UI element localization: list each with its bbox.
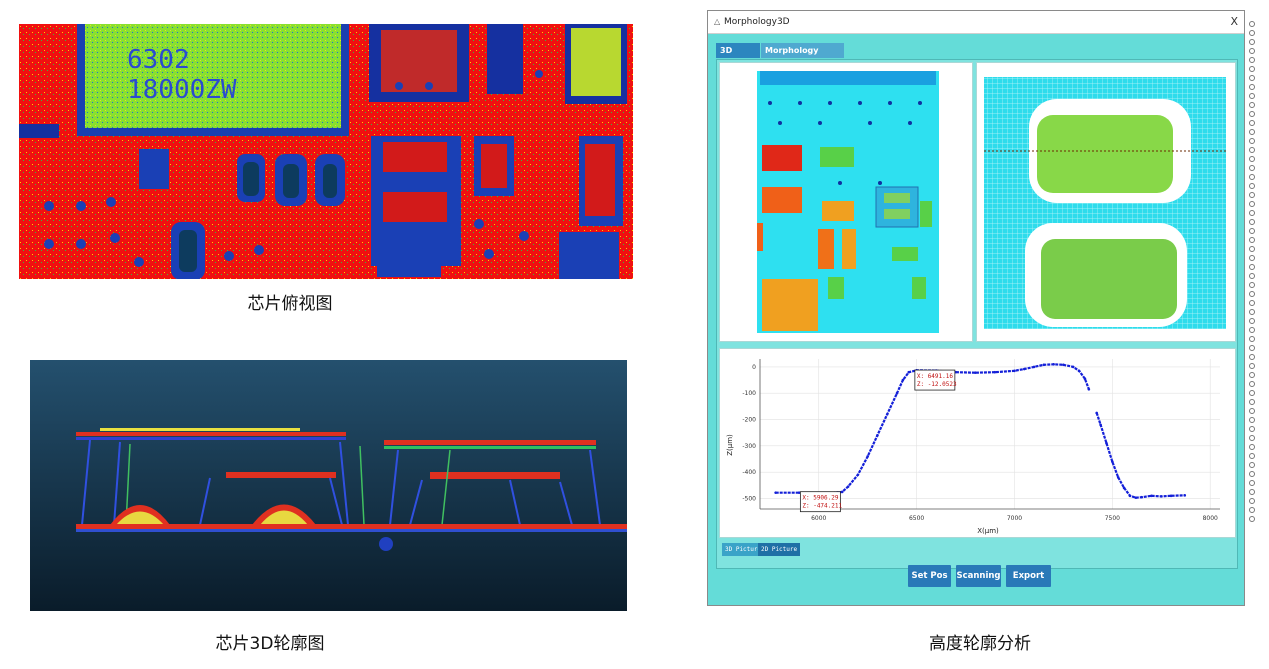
chart-y-tick-label: -200 (742, 417, 756, 424)
chip-marking-line-1: 6302 (127, 45, 190, 75)
chart-x-axis-label: X(μm) (977, 527, 999, 535)
tab-3d-scanning[interactable]: 3D Scanning (716, 43, 761, 70)
chip-3d-profile-image (30, 360, 627, 611)
chart-x-tick-label: 7000 (1007, 515, 1022, 522)
chart-data-point (1105, 441, 1108, 445)
chart-data-point (1111, 460, 1114, 463)
caption-height-analysis: 高度轮廓分析 (929, 634, 1031, 654)
scan-overview-image[interactable] (720, 63, 972, 341)
chart-y-tick-label: 0 (752, 364, 756, 371)
chart-x-tick-label: 8000 (1203, 515, 1218, 522)
chart-data-point (1140, 495, 1144, 499)
chart-data-point (876, 434, 879, 437)
chart-data-point (1062, 363, 1065, 367)
height-profile-chart-pane: 6000 6500 7000 7500 8000 0 -100 -200 -300 -400 -50… (719, 348, 1236, 538)
chart-x-tick-label: 7500 (1105, 515, 1120, 522)
chart-coordinate-tooltip: X: 5906.29Z: -474.211 (799, 491, 843, 513)
chip-marking-line-2: 18000ZW (127, 75, 237, 105)
scan-zoom-image[interactable] (977, 63, 1235, 341)
chart-data-point (1159, 495, 1163, 498)
set-pos-button[interactable]: Set Pos (908, 565, 951, 587)
chart-y-tick-label: -300 (742, 443, 756, 450)
caption-3d-profile: 芯片3D轮廓图 (215, 634, 325, 654)
chart-coordinate-tooltip: X: 6491.16Z: -12.0523 (914, 369, 957, 391)
chart-data-point (974, 371, 977, 374)
chart-y-tick-label: -400 (742, 469, 756, 476)
chart-y-axis-label: Z(μm) (726, 434, 734, 456)
export-button[interactable]: Export (1006, 565, 1051, 587)
window-resize-edge[interactable] (1246, 18, 1256, 606)
chart-data-point (846, 485, 850, 488)
chart-data-point (885, 412, 889, 416)
window-titlebar: △ Morphology3D X (708, 11, 1244, 34)
chart-x-tick-label: 6500 (909, 515, 924, 522)
chart-data-point (1095, 411, 1098, 415)
chart-data-point (1042, 363, 1046, 367)
tooltip-z-value: Z: -12.0523 (917, 381, 957, 388)
chart-data-point (840, 490, 844, 494)
chart-data-point (1169, 494, 1173, 498)
scan-zoom-pane (976, 62, 1236, 342)
tab-morphology-measurement[interactable]: Morphology Measurement (761, 43, 844, 70)
chip-top-view-image: 6302 18000ZW (19, 24, 633, 279)
tooltip-x-value: X: 5906.29 (802, 495, 839, 502)
chart-data-point (1122, 486, 1126, 490)
window-title: Morphology3D (724, 17, 790, 27)
tooltip-x-value: X: 6491.16 (917, 373, 954, 380)
chart-data-point (895, 391, 899, 395)
close-button[interactable]: X (1230, 11, 1238, 33)
app-icon: △ (714, 17, 721, 26)
chart-data-point (774, 491, 777, 494)
chart-data-point (1116, 476, 1120, 479)
chart-data-point (1128, 494, 1132, 498)
tooltip-z-value: Z: -474.211 (802, 503, 842, 510)
tab-content-panel: 6000 6500 7000 7500 8000 0 -100 -200 -300 -400 -50… (716, 59, 1238, 569)
chart-data-point (907, 370, 911, 374)
chart-data-point (1071, 365, 1075, 369)
chart-data-point (993, 370, 997, 374)
tab-2d-picture[interactable]: 2D Picture (758, 543, 801, 556)
chart-data-point (1083, 377, 1087, 381)
chart-data-point (1013, 369, 1016, 373)
chart-data-point (1077, 369, 1081, 373)
scan-overview-pane (719, 62, 973, 342)
chart-data-point (1032, 365, 1036, 369)
chart-data-point (1099, 423, 1102, 427)
chart-data-point (1052, 362, 1055, 366)
chart-data-point (1134, 496, 1138, 499)
chart-data-point (866, 455, 869, 458)
chart-x-tick-label: 6000 (811, 515, 826, 522)
chart-data-point (1022, 367, 1026, 371)
scanning-button[interactable]: Scanning (956, 565, 1001, 587)
chart-data-point (1087, 387, 1091, 391)
chart-data-point (856, 473, 860, 477)
chart-data-point (1150, 494, 1153, 498)
chart-data-point (1183, 494, 1187, 497)
caption-top-view: 芯片俯视图 (247, 294, 333, 314)
chart-series-line (1095, 412, 1185, 499)
height-profile-chart[interactable]: 6000 6500 7000 7500 8000 0 -100 -200 -300 -400 -50… (720, 349, 1235, 537)
chart-y-tick-label: -100 (742, 390, 756, 397)
morphology3d-window: △ Morphology3D X 3D Scanning Morphology … (707, 10, 1245, 606)
chart-data-point (901, 378, 905, 382)
chart-y-tick-label: -500 (742, 495, 756, 502)
